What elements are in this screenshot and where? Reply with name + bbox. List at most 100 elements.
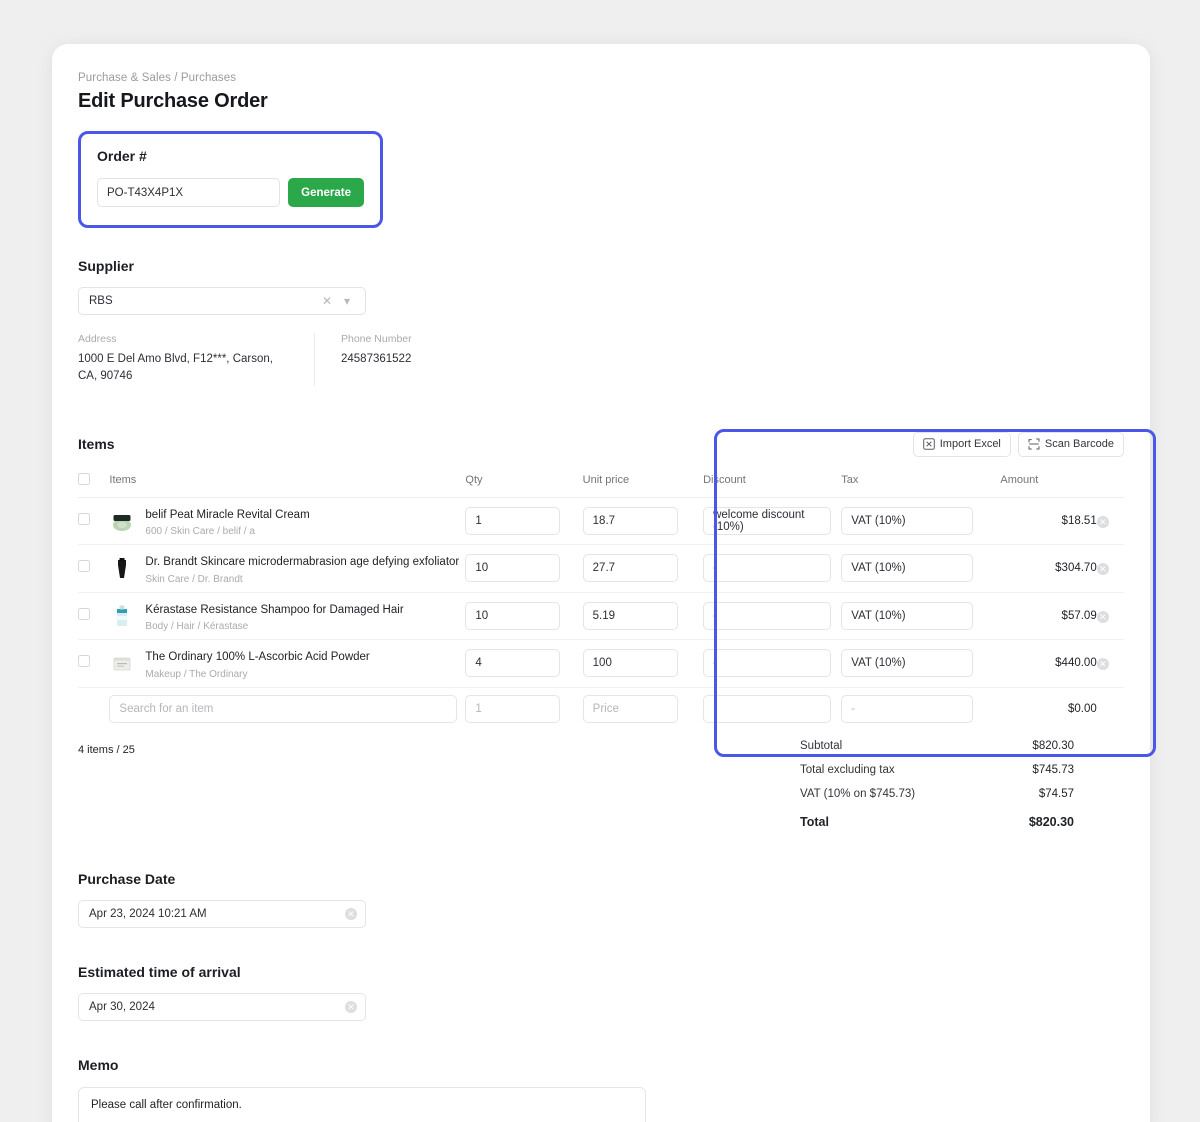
order-number-row: PO-T43X4P1X Generate (97, 178, 364, 207)
scan-barcode-button[interactable]: Scan Barcode (1018, 432, 1124, 457)
discount-input[interactable]: - (703, 554, 831, 582)
new-unit-price-input[interactable]: Price (583, 695, 678, 723)
supplier-address-block: Address 1000 E Del Amo Blvd, F12***, Car… (78, 333, 314, 386)
item-name: Kérastase Resistance Shampoo for Damaged… (145, 604, 403, 616)
qty-input[interactable]: 4 (465, 649, 560, 677)
order-number-label: Order # (97, 148, 364, 164)
order-number-input[interactable]: PO-T43X4P1X (97, 178, 280, 207)
item-subtitle: Makeup / The Ordinary (145, 669, 369, 680)
clear-eta-icon[interactable]: ✕ (345, 1001, 357, 1013)
eta-section: Estimated time of arrival Apr 30, 2024 ✕ (78, 964, 1124, 1021)
table-row: Kérastase Resistance Shampoo for Damaged… (78, 592, 1124, 640)
tax-input[interactable]: VAT (10%) (841, 507, 973, 535)
row-checkbox[interactable] (78, 608, 90, 620)
tax-input[interactable]: VAT (10%) (841, 602, 973, 630)
phone-label: Phone Number (341, 333, 412, 345)
supplier-selected-value: RBS (89, 295, 317, 307)
clear-date-icon[interactable]: ✕ (345, 908, 357, 920)
total-row-subtotal: Subtotal $820.30 (800, 734, 1074, 758)
address-label: Address (78, 333, 288, 345)
new-item-row: Search for an item 1 Price - - $0.00 (78, 687, 1124, 730)
purchase-date-input[interactable]: Apr 23, 2024 10:21 AM ✕ (78, 900, 366, 928)
select-all-checkbox[interactable] (78, 473, 90, 485)
eta-value: Apr 30, 2024 (89, 1001, 345, 1013)
row-checkbox[interactable] (78, 513, 90, 525)
unit-price-input[interactable]: 5.19 (583, 602, 678, 630)
excel-icon (923, 438, 935, 450)
discount-input[interactable]: - (703, 649, 831, 677)
col-header-items: Items (109, 473, 465, 498)
row-checkbox[interactable] (78, 560, 90, 572)
item-name: belif Peat Miracle Revital Cream (145, 509, 309, 521)
items-count: 4 items / 25 (78, 744, 135, 756)
unit-price-input[interactable]: 18.7 (583, 507, 678, 535)
memo-field[interactable]: Please call after confirmation. Attach f… (78, 1087, 646, 1122)
product-thumbnail (109, 603, 135, 629)
table-row: Dr. Brandt Skincare microdermabrasion ag… (78, 545, 1124, 593)
col-header-qty: Qty (465, 473, 582, 498)
row-checkbox[interactable] (78, 655, 90, 667)
remove-row-icon[interactable]: ✕ (1097, 516, 1109, 528)
qty-input[interactable]: 1 (465, 507, 560, 535)
unit-price-input[interactable]: 100 (583, 649, 678, 677)
items-section: Items Import Excel S (78, 432, 1124, 835)
purchase-order-card: Purchase & Sales / Purchases Edit Purcha… (52, 44, 1150, 1122)
breadcrumb[interactable]: Purchase & Sales / Purchases (78, 72, 1124, 84)
items-table-header-row: Items Qty Unit price Discount Tax Amount (78, 473, 1124, 498)
phone-value: 24587361522 (341, 351, 412, 368)
vat-label: VAT (10% on $745.73) (800, 788, 915, 800)
items-table-body: belif Peat Miracle Revital Cream 600 / S… (78, 497, 1124, 730)
remove-row-icon[interactable]: ✕ (1097, 658, 1109, 670)
new-qty-input[interactable]: 1 (465, 695, 560, 723)
items-title: Items (78, 436, 115, 452)
totals-block: Subtotal $820.30 Total excluding tax $74… (800, 734, 1074, 835)
item-name: Dr. Brandt Skincare microdermabrasion ag… (145, 556, 459, 568)
import-excel-button[interactable]: Import Excel (913, 432, 1011, 457)
new-row-amount: $0.00 (1000, 687, 1096, 730)
row-amount: $18.51 (1000, 497, 1096, 545)
purchase-date-section: Purchase Date Apr 23, 2024 10:21 AM ✕ (78, 871, 1124, 928)
supplier-section: Supplier RBS ✕ ▾ Address 1000 E Del Amo … (78, 258, 1124, 386)
tax-input[interactable]: VAT (10%) (841, 554, 973, 582)
grand-total-value: $820.30 (1029, 815, 1074, 829)
row-amount: $440.00 (1000, 640, 1096, 688)
product-thumbnail (109, 555, 135, 581)
item-subtitle: Body / Hair / Kérastase (145, 621, 403, 632)
discount-input[interactable]: welcome discount (10%) (703, 507, 831, 535)
eta-input[interactable]: Apr 30, 2024 ✕ (78, 993, 366, 1021)
address-value: 1000 E Del Amo Blvd, F12***, Carson, CA,… (78, 351, 288, 386)
remove-row-icon[interactable]: ✕ (1097, 611, 1109, 623)
new-discount-input[interactable]: - (703, 695, 831, 723)
memo-textarea[interactable]: Please call after confirmation. (79, 1088, 645, 1122)
order-number-section: Order # PO-T43X4P1X Generate (78, 131, 383, 228)
discount-input[interactable]: - (703, 602, 831, 630)
new-tax-input[interactable]: - (841, 695, 973, 723)
barcode-scan-icon (1028, 438, 1040, 450)
total-excluding-tax-value: $745.73 (1032, 764, 1074, 776)
generate-button[interactable]: Generate (288, 178, 364, 207)
items-table: Items Qty Unit price Discount Tax Amount (78, 473, 1124, 730)
supplier-meta: Address 1000 E Del Amo Blvd, F12***, Car… (78, 333, 1124, 386)
qty-input[interactable]: 10 (465, 602, 560, 630)
unit-price-input[interactable]: 27.7 (583, 554, 678, 582)
qty-input[interactable]: 10 (465, 554, 560, 582)
total-row-excluding-tax: Total excluding tax $745.73 (800, 758, 1074, 782)
remove-row-icon[interactable]: ✕ (1097, 563, 1109, 575)
item-subtitle: Skin Care / Dr. Brandt (145, 574, 459, 585)
select-all-cell (78, 473, 109, 498)
col-header-discount: Discount (703, 473, 841, 498)
app-page: Purchase & Sales / Purchases Edit Purcha… (0, 0, 1200, 1122)
tax-input[interactable]: VAT (10%) (841, 649, 973, 677)
eta-label: Estimated time of arrival (78, 964, 1124, 980)
product-thumbnail (109, 508, 135, 534)
clear-icon[interactable]: ✕ (317, 294, 337, 308)
product-thumbnail (109, 650, 135, 676)
item-search-input[interactable]: Search for an item (109, 695, 457, 723)
memo-label: Memo (78, 1057, 1124, 1073)
supplier-label: Supplier (78, 258, 1124, 274)
chevron-down-icon[interactable]: ▾ (337, 294, 357, 308)
subtotal-value: $820.30 (1032, 740, 1074, 752)
supplier-select[interactable]: RBS ✕ ▾ (78, 287, 366, 315)
supplier-phone-block: Phone Number 24587361522 (314, 333, 438, 386)
memo-section: Memo Please call after confirmation. Att… (78, 1057, 1124, 1122)
